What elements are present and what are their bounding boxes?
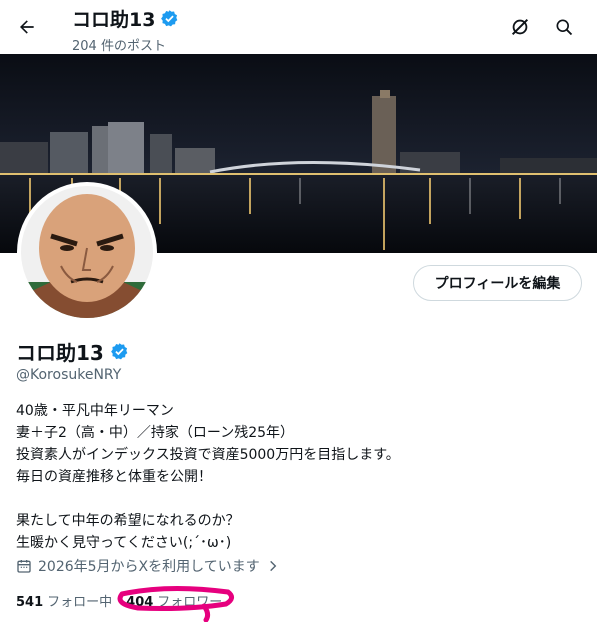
post-count: 204 件のポスト	[72, 39, 166, 54]
following-link[interactable]: 541 フォロー中	[16, 591, 112, 610]
bio-line: 毎日の資産推移と体重を公開！	[16, 469, 212, 485]
bio-line	[16, 488, 400, 510]
edit-profile-button[interactable]: プロフィールを編集	[413, 265, 582, 301]
followers-link[interactable]: 404 フォロワー	[126, 591, 222, 610]
follow-stats: 541 フォロー中 404 フォロワー	[16, 591, 222, 610]
calendar-icon	[17, 560, 31, 573]
bio: 40歳・平凡中年リーマン 妻＋子2（高・中）／持家（ローン残25年） 投資素人が…	[16, 400, 400, 554]
bio-line: 生暖かく見守ってください(;´･ω･)	[16, 535, 232, 551]
user-handle: @KorosukeNRY	[16, 367, 122, 383]
followers-label: フォロワー	[157, 595, 223, 610]
bio-line: 投資素人がインデックス投資で資産5000万円を目指します。	[16, 447, 400, 463]
verified-icon	[161, 10, 178, 27]
back-button[interactable]	[10, 10, 44, 44]
header-name: コロ助13	[72, 9, 156, 31]
display-name-text: コロ助13	[16, 341, 104, 365]
following-label: フォロー中	[47, 595, 113, 610]
chevron-right-icon	[269, 560, 277, 572]
joined-text: 2026年5月からXを利用しています	[38, 559, 260, 575]
display-name: コロ助13	[16, 337, 129, 366]
bio-line: 妻＋子2（高・中）／持家（ローン残25年）	[16, 425, 295, 441]
verified-icon	[110, 343, 128, 360]
bio-line: 果たして中年の希望になれるのか？	[16, 513, 240, 529]
back-arrow-icon	[20, 20, 34, 34]
followers-count: 404	[126, 595, 154, 610]
search-icon	[556, 19, 573, 36]
profile-header: コロ助13 204 件のポスト	[0, 0, 597, 54]
bio-line: 40歳・平凡中年リーマン	[16, 403, 174, 419]
search-button[interactable]	[549, 12, 579, 42]
avatar[interactable]	[17, 182, 157, 322]
grok-button[interactable]	[505, 12, 535, 42]
header-title: コロ助13	[72, 5, 179, 32]
joined-date[interactable]: 2026年5月からXを利用しています	[16, 556, 280, 576]
following-count: 541	[16, 595, 44, 610]
grok-icon	[511, 18, 529, 36]
